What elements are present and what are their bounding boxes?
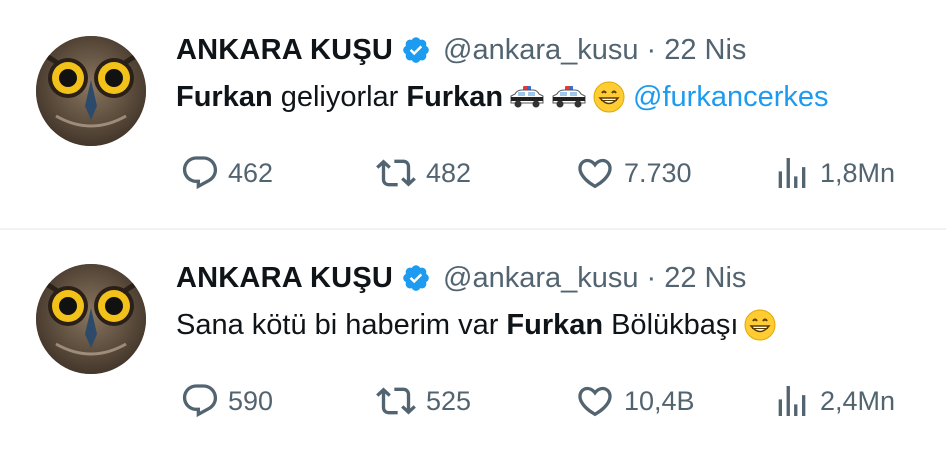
owl-avatar-icon	[36, 36, 146, 146]
author-name[interactable]: ANKARA KUŞU	[176, 34, 393, 67]
views-count: 1,8Mn	[820, 157, 896, 188]
tweet-actions: 462 482 7.730 1,8Mn	[176, 150, 916, 196]
author-name[interactable]: ANKARA KUŞU	[176, 262, 393, 295]
reply-button[interactable]: 462	[180, 150, 273, 196]
author-handle[interactable]: @ankara_kusu	[443, 262, 639, 295]
tweet-text: Furkan geliyorlar Furkan @furkancerkes	[176, 76, 829, 118]
retweet-icon	[376, 387, 416, 415]
owl-avatar-icon	[36, 264, 146, 374]
views-button[interactable]: 1,8Mn	[772, 150, 895, 196]
tweet-text-bold: Furkan	[176, 80, 273, 113]
reply-count: 590	[228, 385, 274, 416]
tweet-text-segment: geliyorlar	[280, 80, 399, 113]
grinning-face-emoji-icon	[744, 309, 776, 341]
tweet[interactable]: ANKARA KUŞU @ankara_kusu · 22 Nis Sana k…	[0, 230, 946, 456]
views-bar-chart-icon	[778, 158, 806, 188]
heart-icon	[578, 386, 612, 417]
tweet-header: ANKARA KUŞU @ankara_kusu · 22 Nis	[176, 28, 746, 72]
tweet-text-segment: Sana kötü bi haberim var	[176, 308, 499, 341]
views-button[interactable]: 2,4Mn	[772, 378, 895, 424]
tweet-text-bold: Furkan	[406, 80, 504, 113]
grinning-face-emoji-icon	[593, 81, 625, 113]
separator-dot: ·	[646, 33, 657, 66]
like-count: 10,4B	[624, 385, 695, 416]
like-button[interactable]: 7.730	[574, 150, 692, 196]
retweet-button[interactable]: 482	[374, 150, 471, 196]
like-button[interactable]: 10,4B	[574, 378, 695, 424]
avatar[interactable]	[36, 264, 146, 374]
reply-button[interactable]: 590	[180, 378, 273, 424]
tweet-actions: 590 525 10,4B 2,4Mn	[176, 378, 916, 424]
reply-icon	[182, 384, 218, 418]
retweet-icon	[376, 159, 416, 187]
tweet[interactable]: ANKARA KUŞU @ankara_kusu · 22 Nis Furkan…	[0, 0, 946, 229]
tweet-date[interactable]: 22 Nis	[664, 34, 746, 67]
views-count: 2,4Mn	[820, 385, 896, 416]
tweet-text-bold: Furkan	[506, 308, 604, 341]
avatar[interactable]	[36, 36, 146, 146]
like-count: 7.730	[624, 157, 692, 188]
retweet-button[interactable]: 525	[374, 378, 471, 424]
views-bar-chart-icon	[778, 386, 806, 416]
police-car-emoji-icon	[551, 84, 587, 110]
mention-link[interactable]: @furkancerkes	[633, 81, 828, 114]
tweet-date[interactable]: 22 Nis	[664, 262, 746, 295]
retweet-count: 482	[426, 157, 472, 188]
heart-icon	[578, 158, 612, 189]
tweet-header: ANKARA KUŞU @ankara_kusu · 22 Nis	[176, 256, 746, 300]
verified-badge-icon	[401, 263, 431, 293]
police-car-emoji-icon	[509, 84, 545, 110]
verified-badge-icon	[401, 35, 431, 65]
reply-icon	[182, 156, 218, 190]
separator-dot: ·	[646, 261, 657, 294]
author-handle[interactable]: @ankara_kusu	[443, 34, 639, 67]
retweet-count: 525	[426, 385, 472, 416]
reply-count: 462	[228, 157, 274, 188]
tweet-text: Sana kötü bi haberim var Furkan Bölükbaş…	[176, 304, 776, 346]
tweet-text-segment: Bölükbaşı	[611, 308, 739, 341]
